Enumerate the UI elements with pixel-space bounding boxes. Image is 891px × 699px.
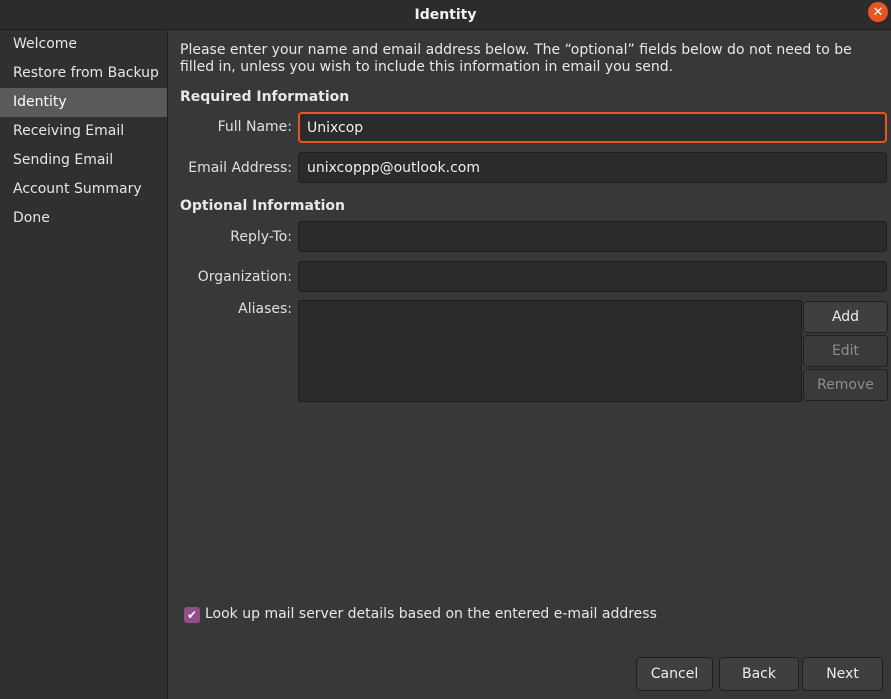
sidebar-item-welcome[interactable]: Welcome — [0, 30, 167, 59]
lookup-label[interactable]: Look up mail server details based on the… — [205, 606, 657, 622]
aliases-list[interactable] — [298, 300, 802, 402]
full-name-label: Full Name: — [217, 119, 292, 135]
sidebar-item-done[interactable]: Done — [0, 204, 167, 233]
remove-alias-button[interactable]: Remove — [803, 369, 888, 401]
sidebar: Welcome Restore from Backup Identity Rec… — [0, 30, 168, 699]
cancel-button[interactable]: Cancel — [636, 657, 713, 691]
next-button[interactable]: Next — [802, 657, 883, 691]
intro-text: Please enter your name and email address… — [180, 42, 852, 75]
edit-alias-button[interactable]: Edit — [803, 335, 888, 367]
email-label: Email Address: — [188, 160, 292, 176]
email-input[interactable] — [298, 152, 887, 183]
sidebar-item-receiving-email[interactable]: Receiving Email — [0, 117, 167, 146]
sidebar-item-account-summary[interactable]: Account Summary — [0, 175, 167, 204]
optional-heading: Optional Information — [180, 198, 346, 214]
reply-to-label: Reply-To: — [230, 229, 292, 245]
identity-page: Please enter your name and email address… — [168, 30, 891, 699]
full-name-input[interactable] — [298, 112, 887, 143]
title-bar: Identity ✕ — [0, 0, 891, 30]
sidebar-item-sending-email[interactable]: Sending Email — [0, 146, 167, 175]
required-heading: Required Information — [180, 89, 350, 105]
sidebar-item-identity[interactable]: Identity — [0, 88, 167, 117]
organization-input[interactable] — [298, 261, 887, 292]
window-title: Identity — [414, 6, 477, 23]
sidebar-item-restore-from-backup[interactable]: Restore from Backup — [0, 59, 167, 88]
add-alias-button[interactable]: Add — [803, 301, 888, 333]
lookup-checkbox[interactable]: ✔ — [184, 607, 200, 623]
organization-label: Organization: — [197, 269, 292, 285]
back-button[interactable]: Back — [719, 657, 799, 691]
close-icon[interactable]: ✕ — [868, 2, 888, 22]
check-icon: ✔ — [186, 608, 198, 622]
reply-to-input[interactable] — [298, 221, 887, 252]
aliases-label: Aliases: — [238, 301, 292, 317]
